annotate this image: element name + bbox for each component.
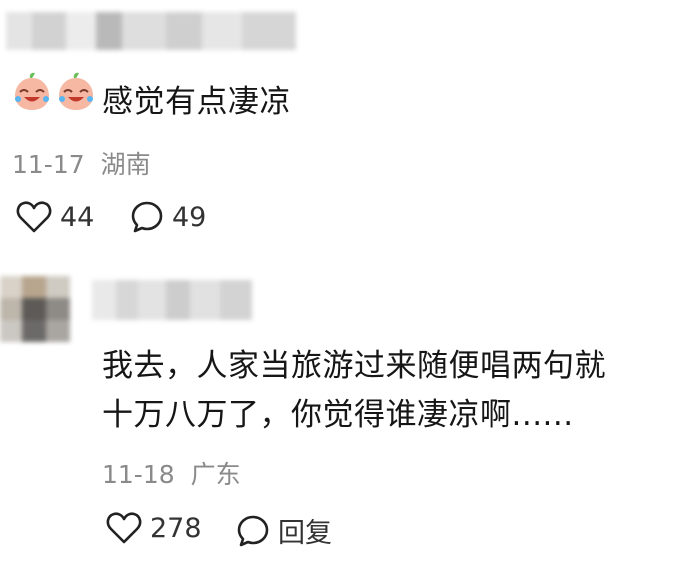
comment-text-line-1: 我去，人家当旅游过来随便唱两句就 [102,348,606,384]
blurred-username[interactable] [92,280,252,320]
like-count: 278 [150,512,202,544]
like-button[interactable]: 278 [106,511,202,545]
comment-text: 感觉有点凄凉 [102,84,291,120]
comment-text-line-2: 十万八万了，你觉得谁凄凉啊...... [102,397,574,433]
speech-bubble-icon [237,515,269,546]
reply-button[interactable]: 回复 [236,511,332,550]
like-button[interactable]: 44 [16,200,94,234]
avatar[interactable] [0,276,70,342]
crying-laughing-peach-icon [15,72,49,110]
comment-date: 11-18 [102,460,175,489]
like-count: 44 [60,201,95,233]
comment-meta: 11-18 广东 [102,455,241,491]
heart-outline-icon [16,201,52,233]
comment-location: 湖南 [100,150,151,179]
comment-meta: 11-17 湖南 [12,145,151,181]
comment-date: 11-17 [12,150,85,179]
heart-outline-icon [106,512,142,544]
reply-count: 49 [172,201,207,233]
reply-label: 回复 [278,518,332,549]
blurred-username[interactable] [6,12,296,50]
reply-count-button[interactable]: 49 [130,200,206,234]
comment-location: 广东 [190,460,241,489]
speech-bubble-icon [131,201,163,233]
crying-laughing-peach-icon [59,72,93,110]
